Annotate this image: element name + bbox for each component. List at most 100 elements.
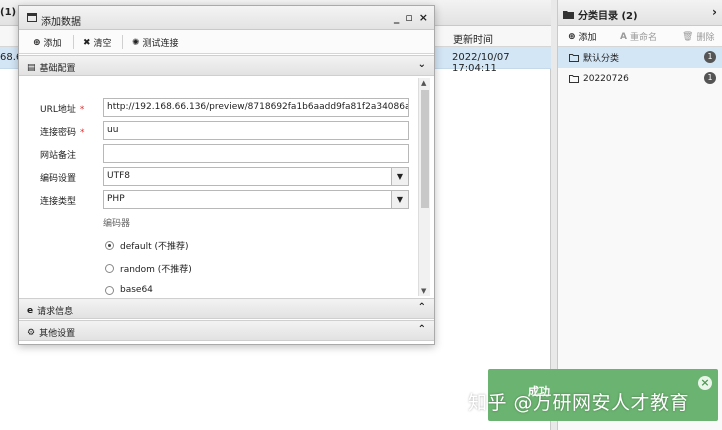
add-category-label: 添加 <box>578 33 597 43</box>
minimize-icon[interactable]: _ <box>394 11 400 24</box>
file-icon: ▤ <box>27 62 36 73</box>
password-label: 连接密码 <box>40 128 77 138</box>
add-button[interactable]: ⊕ 添加 <box>33 36 62 50</box>
encoder-option-default[interactable]: default (不推荐) <box>105 239 189 252</box>
section-basic-config[interactable]: ▤ 基础配置 ⌄ <box>19 55 434 76</box>
radio-unchecked[interactable] <box>105 285 114 295</box>
close-icon[interactable]: × <box>698 376 712 390</box>
folder-icon <box>563 11 574 19</box>
encoder-option-label: default (不推荐) <box>120 242 189 252</box>
trash-icon: 🗑 <box>682 31 694 42</box>
chevron-down-icon[interactable]: ▼ <box>391 168 408 185</box>
encoder-option-label: base64 <box>120 285 153 295</box>
section-request-title: 请求信息 <box>37 307 74 317</box>
note-field[interactable] <box>103 144 409 163</box>
scroll-up-icon[interactable]: ▲ <box>421 79 426 87</box>
category-item-label: 默认分类 <box>583 54 620 64</box>
x-icon: ✖ <box>83 37 91 48</box>
window-controls: _ ▫ × <box>394 11 428 24</box>
type-row: 连接类型 PHP ▼ <box>19 190 419 209</box>
add-data-dialog: 添加数据 _ ▫ × ⊕ 添加 ✖ 清空 ✺ 测试连接 ▤ 基础配置 ⌄ URL… <box>18 5 435 345</box>
spinner-icon: ✺ <box>132 37 140 48</box>
encoding-select[interactable]: UTF8 ▼ <box>103 167 409 186</box>
plus-circle-icon: ⊕ <box>33 37 41 48</box>
close-icon[interactable]: × <box>419 11 428 24</box>
delete-category-label: 删除 <box>696 33 715 43</box>
dialog-titlebar[interactable]: 添加数据 _ ▫ × <box>19 6 434 30</box>
window-icon <box>27 13 37 22</box>
clear-button[interactable]: ✖ 清空 <box>83 36 112 50</box>
form-scrollbar[interactable]: ▲ ▼ <box>418 78 430 296</box>
section-other-title: 其他设置 <box>39 329 76 339</box>
category-item-default[interactable]: 默认分类 1 <box>558 47 722 68</box>
folder-open-icon <box>569 74 579 83</box>
cell-updated-time: 2022/10/07 17:04:11 <box>452 52 510 74</box>
chevron-up-icon: ⌃ <box>417 302 426 313</box>
dialog-title: 添加数据 <box>41 17 81 28</box>
rename-category-label: 重命名 <box>629 33 657 43</box>
category-title-wrap: 分类目录 (2) <box>563 7 638 22</box>
maximize-icon[interactable]: ▫ <box>405 11 412 24</box>
chevron-up-icon: ⌃ <box>417 324 426 335</box>
toolbar-divider <box>122 35 123 49</box>
test-connection-button[interactable]: ✺ 测试连接 <box>132 36 179 50</box>
edge-icon: e <box>27 305 34 316</box>
radio-checked[interactable] <box>105 241 114 250</box>
category-title: 分类目录 (2) <box>578 11 638 22</box>
password-row: 连接密码 * uu <box>19 121 419 140</box>
note-row: 网站备注 <box>19 144 419 163</box>
encoder-option-base64[interactable]: base64 <box>105 285 153 295</box>
column-updated-time[interactable]: 更新时间 <box>453 31 493 46</box>
scroll-down-icon[interactable]: ▼ <box>421 287 426 295</box>
toolbar-divider <box>73 35 74 49</box>
gears-icon: ⚙ <box>27 327 36 338</box>
note-label: 网站备注 <box>40 151 77 161</box>
plus-circle-icon: ⊕ <box>568 31 576 42</box>
section-basic-title: 基础配置 <box>39 64 76 74</box>
category-item-20220726[interactable]: 20220726 1 <box>558 68 722 89</box>
section-other-title-wrap: ⚙ 其他设置 <box>27 326 76 340</box>
required-mark: * <box>80 128 85 138</box>
section-basic-title-wrap: ▤ 基础配置 <box>27 61 76 75</box>
watermark: 知乎 @万研网安人才教育 <box>468 392 690 414</box>
chevron-down-icon[interactable]: ▼ <box>391 191 408 208</box>
category-toolbar: ⊕ 添加 A 重命名 🗑 删除 <box>558 26 722 47</box>
type-label: 连接类型 <box>40 197 77 207</box>
password-label-wrap: 连接密码 * <box>40 125 85 138</box>
url-label: URL地址 <box>40 105 76 115</box>
data-list-title: (1) <box>0 7 17 18</box>
section-request-title-wrap: e 请求信息 <box>27 304 74 318</box>
delete-category-button[interactable]: 🗑 删除 <box>682 30 715 44</box>
category-count-badge: 1 <box>704 51 716 63</box>
basic-config-form: URL地址 * http://192.168.66.136/preview/871… <box>19 78 434 296</box>
add-button-label: 添加 <box>43 39 62 49</box>
font-icon: A <box>620 31 627 42</box>
section-other-settings[interactable]: ⚙ 其他设置 ⌃ <box>19 320 434 341</box>
section-request-info[interactable]: e 请求信息 ⌃ <box>19 298 434 319</box>
chevron-down-icon: ⌄ <box>417 59 426 70</box>
radio-unchecked[interactable] <box>105 264 114 273</box>
dialog-toolbar: ⊕ 添加 ✖ 清空 ✺ 测试连接 <box>19 30 434 54</box>
category-header: 分类目录 (2) › <box>558 0 722 26</box>
encoding-row: 编码设置 UTF8 ▼ <box>19 167 419 186</box>
encoder-option-label: random (不推荐) <box>120 265 192 275</box>
encoding-value: UTF8 <box>107 171 130 181</box>
category-item-label: 20220726 <box>583 73 629 84</box>
encoder-option-random[interactable]: random (不推荐) <box>105 262 192 275</box>
encoding-label: 编码设置 <box>40 174 77 184</box>
type-value: PHP <box>107 194 125 204</box>
type-select[interactable]: PHP ▼ <box>103 190 409 209</box>
url-field[interactable]: http://192.168.66.136/preview/8718692fa1… <box>103 98 409 117</box>
url-row: URL地址 * http://192.168.66.136/preview/871… <box>19 98 419 117</box>
url-label-wrap: URL地址 * <box>40 102 84 115</box>
clear-button-label: 清空 <box>93 39 112 49</box>
rename-category-button[interactable]: A 重命名 <box>620 30 657 44</box>
password-field[interactable]: uu <box>103 121 409 140</box>
add-category-button[interactable]: ⊕ 添加 <box>568 30 597 44</box>
category-panel: 分类目录 (2) › ⊕ 添加 A 重命名 🗑 删除 默认分类 1 202207… <box>557 0 722 430</box>
scroll-thumb[interactable] <box>421 90 429 208</box>
encoder-heading: 编码器 <box>103 219 131 229</box>
folder-open-icon <box>569 53 579 62</box>
chevron-right-icon[interactable]: › <box>712 5 717 19</box>
category-count-badge: 1 <box>704 72 716 84</box>
